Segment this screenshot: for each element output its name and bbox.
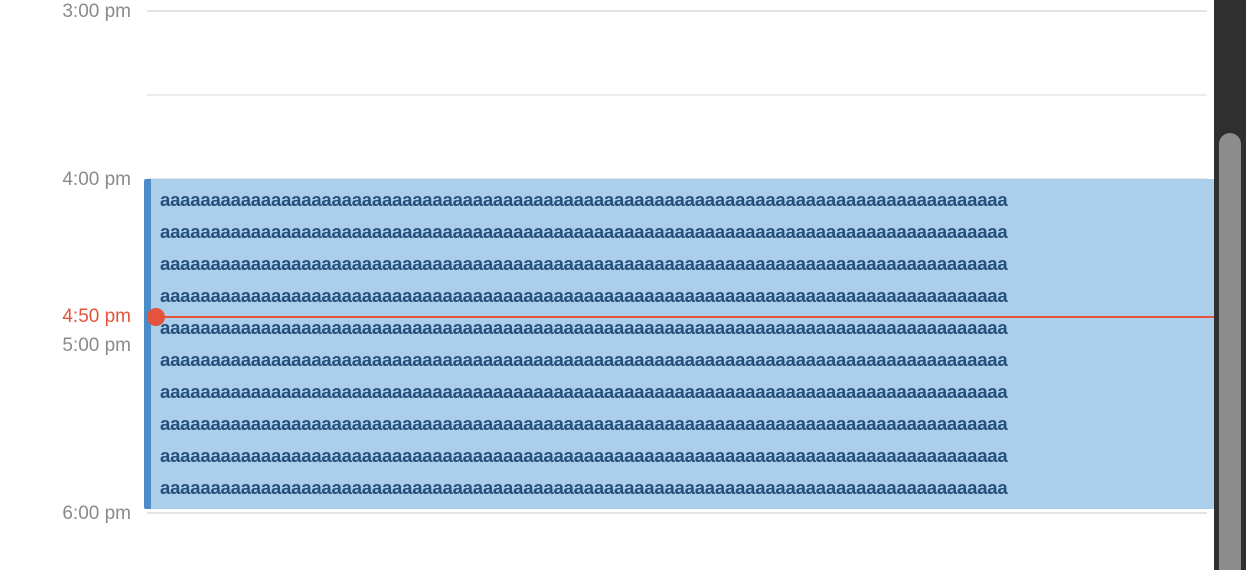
half-hour-line-330pm <box>147 94 1207 96</box>
vertical-scrollbar-thumb[interactable] <box>1219 133 1241 570</box>
event-title-line: aaaaaaaaaaaaaaaaaaaaaaaaaaaaaaaaaaaaaaaa… <box>160 221 1008 242</box>
event-title-line: aaaaaaaaaaaaaaaaaaaaaaaaaaaaaaaaaaaaaaaa… <box>160 477 1008 498</box>
day-view-timeline: 3:00 pm 4:00 pm 5:00 pm 6:00 pm aaaaaaaa… <box>0 0 1246 570</box>
hour-line-6pm <box>147 512 1207 514</box>
current-time-label: 4:50 pm <box>62 306 131 327</box>
event-title-line: aaaaaaaaaaaaaaaaaaaaaaaaaaaaaaaaaaaaaaaa… <box>160 285 1008 306</box>
time-label-6pm: 6:00 pm <box>62 503 131 524</box>
time-label-5pm: 5:00 pm <box>62 335 131 356</box>
event-title-line: aaaaaaaaaaaaaaaaaaaaaaaaaaaaaaaaaaaaaaaa… <box>160 413 1008 434</box>
time-label-4pm: 4:00 pm <box>62 169 131 190</box>
event-title-line: aaaaaaaaaaaaaaaaaaaaaaaaaaaaaaaaaaaaaaaa… <box>160 253 1008 274</box>
current-time-line <box>155 316 1215 318</box>
event-title-line: aaaaaaaaaaaaaaaaaaaaaaaaaaaaaaaaaaaaaaaa… <box>160 445 1008 466</box>
event-title-line: aaaaaaaaaaaaaaaaaaaaaaaaaaaaaaaaaaaaaaaa… <box>160 189 1008 210</box>
time-label-3pm: 3:00 pm <box>62 1 131 22</box>
event-title-line: aaaaaaaaaaaaaaaaaaaaaaaaaaaaaaaaaaaaaaaa… <box>160 349 1008 370</box>
hour-line-3pm <box>147 10 1207 12</box>
current-time-dot <box>147 308 165 326</box>
event-title-line: aaaaaaaaaaaaaaaaaaaaaaaaaaaaaaaaaaaaaaaa… <box>160 381 1008 402</box>
calendar-event[interactable]: aaaaaaaaaaaaaaaaaaaaaaaaaaaaaaaaaaaaaaaa… <box>144 179 1214 509</box>
